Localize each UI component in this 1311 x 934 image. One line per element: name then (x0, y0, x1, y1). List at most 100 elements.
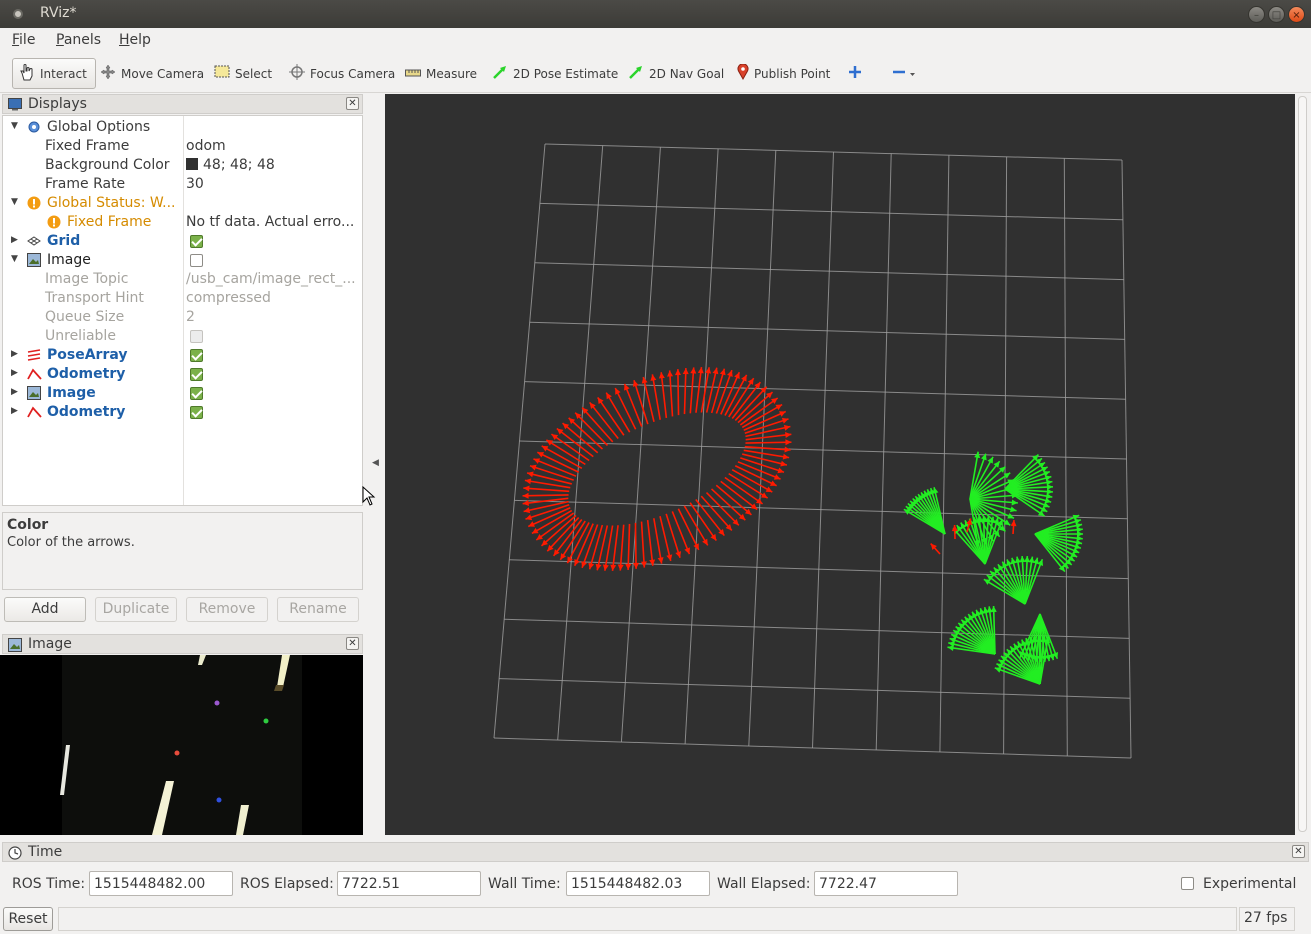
duplicate-button[interactable]: Duplicate (95, 597, 177, 622)
time-title: Time (28, 844, 63, 860)
vertical-scrollbar[interactable] (1296, 94, 1309, 835)
add-button[interactable]: Add (4, 597, 86, 622)
image-topic-value[interactable]: /usb_cam/image_rect_... (186, 271, 358, 287)
collapse-left-icon[interactable]: ◀ (372, 458, 379, 468)
measure-icon (405, 67, 421, 81)
scrollbar-handle[interactable] (1298, 96, 1307, 832)
expand-down-icon[interactable]: ▼ (11, 254, 18, 264)
odometry-arrow-shaft (969, 472, 1011, 500)
tree-row-odometry[interactable]: ▶ Odometry (3, 365, 362, 384)
close-icon[interactable]: × (1288, 6, 1305, 23)
focus-camera-tool-button[interactable]: Focus Camera (289, 58, 395, 89)
nav-goal-label: 2D Nav Goal (649, 66, 725, 81)
tree-row-fixed-frame[interactable]: Fixed Frame odom (3, 137, 362, 156)
measure-label: Measure (426, 66, 477, 81)
tree-row-background-color[interactable]: Background Color 48; 48; 48 (3, 156, 362, 175)
expand-right-icon[interactable]: ▶ (11, 387, 18, 397)
frame-rate-value[interactable]: 30 (186, 176, 358, 192)
description-text: Color of the arrows. (7, 535, 135, 550)
image-2-label: Image (47, 385, 96, 401)
tree-row-image[interactable]: ▼ Image (3, 251, 362, 270)
close-image-panel-icon[interactable]: ✕ (346, 637, 359, 650)
nav-goal-tool-button[interactable]: 2D Nav Goal (628, 58, 724, 89)
status-fixed-frame-value: No tf data. Actual erro... (186, 214, 355, 230)
unreliable-checkbox[interactable] (190, 330, 203, 343)
tree-row-global-status[interactable]: ▼ Global Status: W... (3, 194, 362, 213)
experimental-checkbox[interactable] (1181, 877, 1194, 890)
pose-arrow-head (641, 377, 648, 384)
image-panel-title: Image (28, 636, 72, 652)
wall-time-field[interactable] (566, 871, 710, 896)
render-3d-view[interactable] (385, 94, 1295, 835)
odometry-arrow-head (1045, 493, 1053, 500)
pose-arrow-shaft (640, 521, 646, 568)
odometry-checkbox[interactable] (190, 368, 203, 381)
ros-time-field[interactable] (89, 871, 233, 896)
color-swatch[interactable] (186, 158, 198, 170)
expand-right-icon[interactable]: ▶ (11, 406, 18, 416)
publish-point-tool-button[interactable]: Publish Point (737, 58, 830, 89)
expand-down-icon[interactable]: ▼ (11, 197, 18, 207)
tree-row-unreliable[interactable]: Unreliable (3, 327, 362, 346)
wall-elapsed-field[interactable] (814, 871, 958, 896)
move-camera-tool-button[interactable]: Move Camera (100, 58, 204, 89)
pose-arrow-head (771, 398, 778, 404)
toolbar: Interact Move Camera Select Focus Camera… (0, 53, 1311, 93)
close-time-panel-icon[interactable]: ✕ (1292, 845, 1305, 858)
pose-arrow-head (617, 564, 624, 571)
background-color-value[interactable]: 48; 48; 48 (186, 157, 358, 173)
displays-title: Displays (28, 96, 87, 112)
pose-array-icon (27, 348, 41, 362)
expand-right-icon[interactable]: ▶ (11, 349, 18, 359)
tree-row-frame-rate[interactable]: Frame Rate 30 (3, 175, 362, 194)
window-title: RViz* (40, 5, 77, 21)
select-label: Select (235, 66, 273, 81)
tree-row-global-options[interactable]: ▼ Global Options (3, 118, 362, 137)
tree-row-pose-array[interactable]: ▶ PoseArray (3, 346, 362, 365)
tree-row-status-fixed-frame[interactable]: Fixed Frame No tf data. Actual erro... (3, 213, 362, 232)
image-checkbox[interactable] (190, 254, 203, 267)
grid-checkbox[interactable] (190, 235, 203, 248)
interact-tool-button[interactable]: Interact (12, 58, 96, 89)
menu-file[interactable]: File (12, 32, 35, 48)
reset-button[interactable]: Reset (3, 907, 53, 931)
tree-row-queue-size[interactable]: Queue Size 2 (3, 308, 362, 327)
minimize-icon[interactable]: – (1248, 6, 1265, 23)
tree-row-grid[interactable]: ▶ Grid (3, 232, 362, 251)
expand-right-icon[interactable]: ▶ (11, 368, 18, 378)
background-color-text: 48; 48; 48 (203, 157, 275, 173)
tree-row-image-2[interactable]: ▶ Image (3, 384, 362, 403)
tree-row-transport-hint[interactable]: Transport Hint compressed (3, 289, 362, 308)
pose-arrow-head (523, 485, 530, 492)
background-color-label: Background Color (45, 157, 170, 173)
focus-camera-icon (289, 64, 305, 83)
add-tool-button[interactable] (848, 58, 867, 89)
pose-estimate-tool-button[interactable]: 2D Pose Estimate (492, 58, 618, 89)
odometry-2-label: Odometry (47, 404, 126, 420)
expand-down-icon[interactable]: ▼ (11, 121, 18, 131)
transport-hint-value[interactable]: compressed (186, 290, 358, 306)
measure-tool-button[interactable]: Measure (405, 58, 477, 89)
rename-button[interactable]: Rename (277, 597, 359, 622)
menu-help[interactable]: Help (119, 32, 151, 48)
expand-right-icon[interactable]: ▶ (11, 235, 18, 245)
ros-elapsed-label: ROS Elapsed: (240, 876, 334, 892)
remove-button[interactable]: Remove (186, 597, 268, 622)
close-displays-icon[interactable]: ✕ (346, 97, 359, 110)
menu-panels[interactable]: Panels (56, 32, 101, 48)
move-camera-label: Move Camera (121, 66, 205, 81)
pose-arrow-head (523, 507, 531, 514)
menu-bar: File Panels Help (0, 28, 1311, 53)
ros-elapsed-field[interactable] (337, 871, 481, 896)
tree-row-image-topic[interactable]: Image Topic /usb_cam/image_rect_... (3, 270, 362, 289)
pose-arrow-shaft (523, 487, 570, 493)
image-2-checkbox[interactable] (190, 387, 203, 400)
queue-size-value[interactable]: 2 (186, 309, 358, 325)
remove-tool-button[interactable] (892, 58, 921, 89)
fixed-frame-value[interactable]: odom (186, 138, 358, 154)
tree-row-odometry-2[interactable]: ▶ Odometry (3, 403, 362, 422)
pose-array-checkbox[interactable] (190, 349, 203, 362)
select-tool-button[interactable]: Select (214, 58, 272, 89)
odometry-2-checkbox[interactable] (190, 406, 203, 419)
maximize-icon[interactable]: □ (1268, 6, 1285, 23)
